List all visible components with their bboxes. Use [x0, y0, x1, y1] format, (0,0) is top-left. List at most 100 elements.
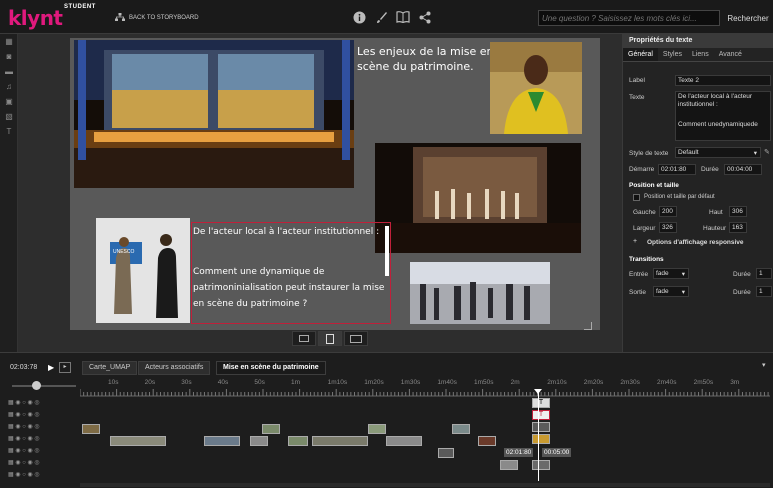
timeline-clip[interactable] — [478, 436, 496, 446]
slide-canvas[interactable]: Les enjeux de la mise en scène du patrim… — [70, 38, 600, 330]
entree-duree-field[interactable]: 1 — [756, 268, 772, 279]
zoom-slider-thumb[interactable] — [32, 381, 41, 390]
timeline-clip[interactable] — [288, 436, 308, 446]
position-default-checkbox[interactable] — [633, 194, 640, 201]
slide-corner-handle[interactable] — [584, 322, 592, 330]
position-default-label: Position et taille par défaut — [644, 194, 715, 200]
step-forward-icon[interactable]: ▸ — [59, 362, 71, 373]
slide-title-text[interactable]: Les enjeux de la mise en scène du patrim… — [357, 44, 507, 74]
texte-label: Texte — [629, 94, 645, 101]
brush-icon[interactable] — [373, 9, 389, 25]
timeline-clip[interactable] — [386, 436, 422, 446]
timeline-clip[interactable] — [250, 436, 268, 446]
timeline-clip[interactable] — [82, 424, 100, 434]
gauche-field[interactable]: 200 — [659, 206, 677, 217]
clip-duration-label: 00:05:00 — [542, 448, 572, 457]
zoom-slider-track[interactable] — [12, 385, 76, 387]
edit-style-icon[interactable]: ✎ — [764, 148, 770, 156]
speakers-photo[interactable]: UNESCO — [96, 218, 190, 323]
timeline-clip[interactable] — [312, 436, 368, 446]
tab-liens[interactable]: Liens — [687, 48, 714, 61]
play-icon[interactable]: ▶ — [48, 363, 54, 372]
concert-photo[interactable] — [375, 143, 581, 253]
horizontal-scrollbar[interactable] — [80, 483, 770, 487]
sortie-value: fade — [656, 288, 669, 295]
tab-general[interactable]: Général — [623, 48, 658, 61]
responsive-options-label[interactable]: Options d'affichage responsive — [647, 239, 744, 246]
grid-icon[interactable]: ▦ — [0, 34, 18, 49]
slide-subtitle-text[interactable]: De l'acteur local à l'acteur institution… — [193, 226, 387, 238]
playhead-marker-icon[interactable] — [534, 389, 542, 394]
chevron-down-icon[interactable]: ▾ — [762, 361, 766, 369]
timeline-clip[interactable] — [204, 436, 240, 446]
haut-field[interactable]: 306 — [729, 206, 747, 217]
texte-field[interactable]: De l'acteur local à l'acteur institution… — [675, 91, 771, 141]
demarre-field[interactable]: 02:01:80 — [658, 164, 696, 175]
selected-text-clip[interactable]: T — [532, 410, 550, 420]
portrait-photo[interactable] — [490, 42, 582, 134]
entree-label: Entrée — [629, 271, 649, 278]
tab-styles[interactable]: Styles — [658, 48, 687, 61]
expand-plus-icon[interactable]: + — [633, 238, 637, 245]
timeline-clip[interactable] — [532, 460, 550, 470]
tab-mise-en-scene[interactable]: Mise en scène du patrimoine — [216, 361, 326, 375]
small-view-button[interactable] — [292, 331, 316, 346]
entree-select[interactable]: fade ▾ — [653, 268, 689, 279]
largeur-field[interactable]: 326 — [659, 222, 677, 233]
crowd-photo[interactable] — [410, 262, 550, 324]
conference-photo[interactable] — [74, 40, 354, 188]
track-controls[interactable]: ▦ ◉ ○ ◉ ◎ — [8, 471, 40, 478]
hauteur-field[interactable]: 163 — [729, 222, 747, 233]
sortie-duree-field[interactable]: 1 — [756, 286, 772, 297]
label-field[interactable]: Texte 2 — [675, 75, 771, 86]
timeline-clip[interactable] — [500, 460, 518, 470]
timeline-clip[interactable] — [532, 434, 550, 444]
search-button[interactable]: Rechercher — [726, 10, 770, 26]
tablet-view-button[interactable] — [318, 331, 342, 346]
ruler-label: 1m30s — [400, 379, 421, 386]
timeline-clip[interactable] — [368, 424, 386, 434]
slide-body-text[interactable]: Comment une dynamique de patrimoninialis… — [193, 264, 387, 312]
camera-icon[interactable]: ◙ — [0, 49, 18, 64]
info-icon[interactable] — [351, 9, 367, 25]
track-controls[interactable]: ▦ ◉ ○ ◉ ◎ — [8, 411, 40, 418]
sortie-select[interactable]: fade ▾ — [653, 286, 689, 297]
playhead[interactable] — [538, 391, 539, 481]
klynt-editor: klynt STUDENT BACK TO STORYBOARD Recherc… — [0, 0, 773, 488]
timeline-clip[interactable] — [532, 422, 550, 432]
track-controls[interactable]: ▦ ◉ ○ ◉ ◎ — [8, 399, 40, 406]
texte-line-2: Comment unedynamiquede — [678, 121, 758, 128]
music-icon[interactable]: ♫ — [0, 79, 18, 94]
wide-view-button[interactable] — [344, 331, 368, 346]
back-to-storyboard-button[interactable]: BACK TO STORYBOARD — [115, 11, 199, 25]
video-icon[interactable]: ▬ — [0, 64, 18, 79]
film-icon[interactable]: ▣ — [0, 94, 18, 109]
text-icon[interactable]: T — [0, 124, 18, 139]
track-controls[interactable]: ▦ ◉ ○ ◉ ◎ — [8, 423, 40, 430]
tab-acteurs-associatifs[interactable]: Acteurs associatifs — [138, 361, 211, 375]
tab-carte-umap[interactable]: Carte_UMAP — [82, 361, 138, 375]
timeline-clip[interactable] — [262, 424, 280, 434]
track-controls[interactable]: ▦ ◉ ○ ◉ ◎ — [8, 459, 40, 466]
image-icon[interactable]: ▧ — [0, 109, 18, 124]
text-clip[interactable]: T — [532, 398, 550, 408]
style-select[interactable]: Default ▾ — [675, 147, 761, 158]
sortie-duree-label: Durée — [733, 289, 751, 296]
timeline-clip[interactable] — [110, 436, 166, 446]
timeline-clip[interactable] — [452, 424, 470, 434]
search-input[interactable] — [538, 10, 720, 26]
ruler-label: 50s — [254, 379, 265, 386]
duree-label: Durée — [701, 166, 719, 173]
share-icon[interactable] — [417, 9, 433, 25]
timeline-clip[interactable] — [438, 448, 454, 458]
student-badge: STUDENT — [64, 4, 96, 10]
tab-avance[interactable]: Avancé — [714, 48, 747, 61]
book-icon[interactable] — [395, 9, 411, 25]
time-ruler[interactable]: 10s 20s 30s 40s 50s 1m 1m10s 1m20s 1m30s 1m40s 1m5… — [80, 377, 770, 397]
chevron-down-icon: ▾ — [681, 271, 685, 278]
track-controls[interactable]: ▦ ◉ ○ ◉ ◎ — [8, 435, 40, 442]
top-bar: klynt STUDENT BACK TO STORYBOARD Recherc… — [0, 0, 773, 34]
ruler-label: 1m10s — [327, 379, 348, 386]
duree-field[interactable]: 00:04:00 — [724, 164, 762, 175]
track-controls[interactable]: ▦ ◉ ○ ◉ ◎ — [8, 447, 40, 454]
